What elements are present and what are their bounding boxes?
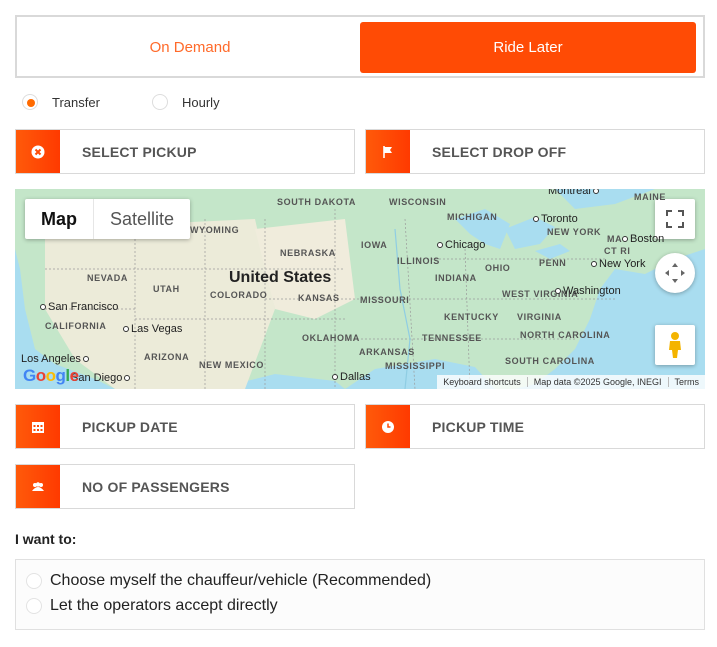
option-choose-chauffeur[interactable]: Choose myself the chauffeur/vehicle (Rec… [26, 572, 431, 590]
terms-link[interactable]: Terms [667, 377, 706, 387]
pickup-field[interactable]: SELECT PICKUP [15, 129, 355, 174]
map-pan-control[interactable] [655, 253, 695, 293]
map-state-label: MAINE [634, 192, 666, 202]
map-state-label: MA [607, 234, 623, 244]
pickup-date-field[interactable]: PICKUP DATE [15, 404, 355, 449]
map-state-label: NEW YORK [547, 227, 602, 237]
map-state-label: KANSAS [298, 293, 340, 303]
map-attribution: Keyboard shortcuts Map data ©2025 Google… [437, 375, 705, 389]
map-state-label: IOWA [361, 240, 388, 250]
date-icon-box [16, 405, 60, 448]
dropoff-label: SELECT DROP OFF [432, 143, 567, 160]
pegman-icon [669, 332, 681, 358]
time-icon-box [366, 405, 410, 448]
map-city-label: New York [591, 258, 645, 270]
map-state-label: WYOMING [190, 225, 240, 235]
pickup-date-label: PICKUP DATE [82, 418, 178, 435]
map-state-label: INDIANA [435, 273, 477, 283]
transfer-label: Transfer [52, 94, 100, 110]
street-view-button[interactable] [655, 325, 695, 365]
users-icon [32, 481, 44, 491]
map-state-label: VIRGINIA [517, 312, 562, 322]
tab-ride-later[interactable]: Ride Later [360, 22, 696, 73]
map-state-label: MICHIGAN [447, 212, 498, 222]
map-state-label: PENN [539, 258, 567, 268]
map-state-label: NEVADA [87, 273, 128, 283]
map-state-label: SOUTH DAKOTA [277, 197, 357, 207]
map-state-label: OKLAHOMA [302, 333, 360, 343]
map-city-label: Chicago [437, 239, 485, 251]
pickup-label: SELECT PICKUP [82, 143, 197, 160]
route-map[interactable]: Map Satellite SOUTH DAKOTA WYOMING NEBRA… [15, 189, 705, 389]
pickup-time-field[interactable]: PICKUP TIME [365, 404, 705, 449]
map-state-label: WISCONSIN [389, 197, 447, 207]
pickup-time-label: PICKUP TIME [432, 418, 525, 435]
map-city-label: Toronto [533, 213, 578, 225]
map-city-label: Las Vegas [123, 323, 182, 335]
map-state-label: NORTH CAROLINA [520, 330, 611, 340]
map-state-label: TENNESSEE [422, 333, 482, 343]
map-state-label: MISSOURI [360, 295, 410, 305]
map-city-label: Dallas [332, 371, 371, 383]
keyboard-shortcuts-link[interactable]: Keyboard shortcuts [437, 377, 527, 387]
pickup-icon-box [16, 130, 60, 173]
map-state-label: CALIFORNIA [45, 321, 107, 331]
ride-preference-heading: I want to: [15, 531, 77, 547]
flag-icon [383, 145, 392, 158]
map-state-label: NEW MEXICO [199, 360, 265, 370]
option-operators-accept[interactable]: Let the operators accept directly [26, 597, 278, 615]
map-state-label: CT RI [604, 246, 631, 256]
google-logo[interactable]: Google [23, 366, 79, 386]
map-type-control: Map Satellite [25, 199, 191, 239]
map-state-label: KENTUCKY [444, 312, 499, 322]
map-city-label: San Diego [71, 372, 132, 384]
choose-chauffeur-label: Choose myself the chauffeur/vehicle (Rec… [50, 572, 432, 589]
pan-arrows-icon [665, 263, 685, 283]
map-city-label: Los Angeles [21, 353, 91, 365]
passengers-field[interactable]: NO OF PASSENGERS [15, 464, 355, 509]
map-state-label: UTAH [153, 284, 180, 294]
map-city-label: Washington [555, 285, 621, 297]
hourly-label: Hourly [182, 94, 220, 110]
ride-preference-options: Choose myself the chauffeur/vehicle (Rec… [15, 559, 705, 630]
map-city-label: Boston [622, 233, 664, 245]
map-type-satellite-button[interactable]: Satellite [93, 199, 190, 239]
map-data-text: Map data ©2025 Google, INEGI [526, 377, 668, 387]
trip-type-hourly[interactable]: Hourly [152, 94, 220, 110]
map-state-label: SOUTH CAROLINA [505, 356, 595, 366]
trip-type-transfer[interactable]: Transfer [22, 94, 100, 110]
map-state-label: OHIO [485, 263, 511, 273]
map-state-label: MISSISSIPPI [385, 361, 446, 371]
choose-chauffeur-radio[interactable] [26, 573, 42, 589]
passengers-icon-box [16, 465, 60, 508]
map-type-map-button[interactable]: Map [25, 199, 93, 239]
map-state-label: ILLINOIS [397, 256, 440, 266]
map-city-label: Montreal [548, 189, 601, 197]
tab-on-demand[interactable]: On Demand [22, 22, 358, 73]
dropoff-field[interactable]: SELECT DROP OFF [365, 129, 705, 174]
map-city-label: San Francisco [40, 301, 118, 313]
map-country-label: United States [229, 269, 332, 286]
operators-accept-radio[interactable] [26, 598, 42, 614]
calendar-icon [32, 421, 44, 433]
dropoff-icon-box [366, 130, 410, 173]
map-state-label: ARKANSAS [359, 347, 415, 357]
transfer-radio[interactable] [22, 94, 38, 110]
map-state-label: NEBRASKA [280, 248, 336, 258]
passengers-label: NO OF PASSENGERS [82, 478, 230, 495]
clock-icon [382, 420, 394, 433]
operators-accept-label: Let the operators accept directly [50, 597, 278, 614]
map-state-label: ARIZONA [144, 352, 190, 362]
booking-mode-tabs: On Demand Ride Later [15, 15, 705, 78]
fullscreen-icon [666, 210, 684, 228]
hourly-radio[interactable] [152, 94, 168, 110]
map-state-label: COLORADO [210, 290, 268, 300]
times-circle-icon [31, 145, 45, 158]
